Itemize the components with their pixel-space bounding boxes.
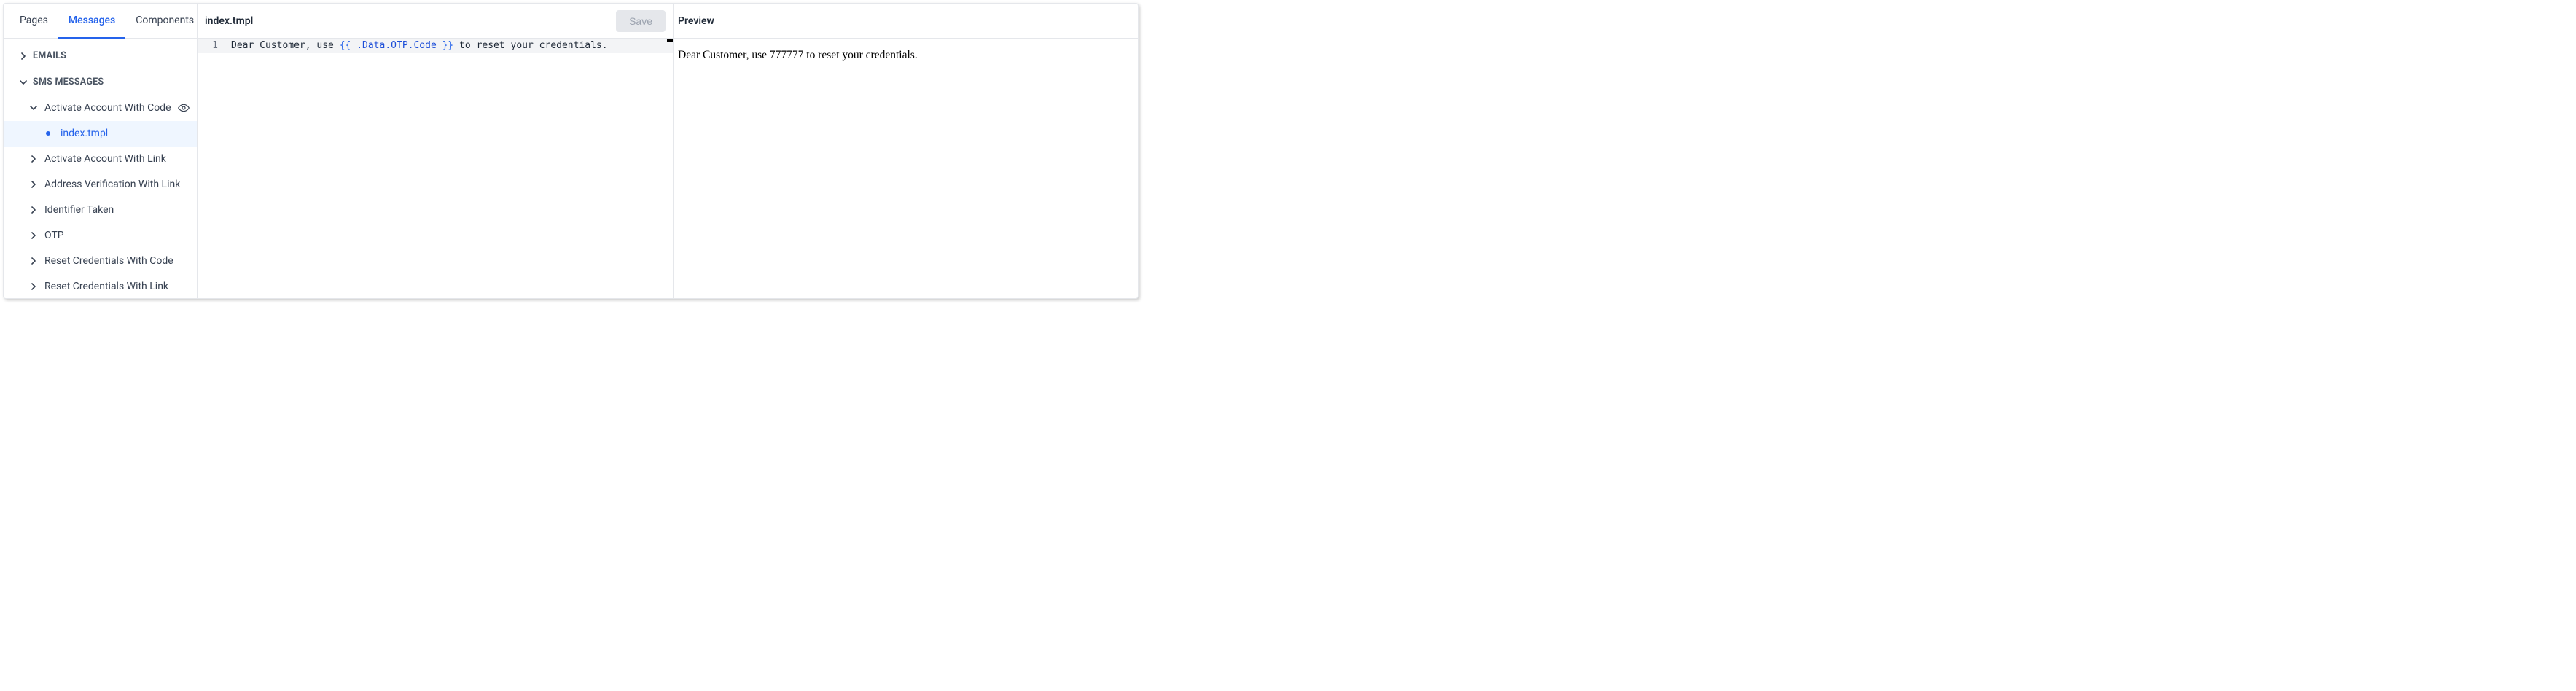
preview-header: Preview <box>674 4 1138 39</box>
app-frame: Pages Messages Components EMAILS SMS MES… <box>3 3 1139 299</box>
preview-pane: Preview Dear Customer, use 777777 to res… <box>674 4 1138 298</box>
tree-folder-address-verification-with-link[interactable]: Address Verification With Link <box>4 172 197 198</box>
code-editor[interactable]: 1 Dear Customer, use {{ .Data.OTP.Code }… <box>198 39 673 298</box>
chevron-down-icon <box>20 79 33 86</box>
eye-icon[interactable] <box>178 102 197 114</box>
preview-title: Preview <box>678 15 714 27</box>
cursor-marker <box>667 39 673 42</box>
tab-components[interactable]: Components <box>125 4 204 39</box>
chevron-right-icon <box>30 232 44 239</box>
editor-header: index.tmpl Save <box>198 4 673 39</box>
tree-folder-label: Activate Account With Code <box>44 102 178 114</box>
tree-folder-otp[interactable]: OTP <box>4 223 197 249</box>
tree-folder-activate-account-with-link[interactable]: Activate Account With Link <box>4 147 197 172</box>
preview-text: Dear Customer, use 777777 to reset your … <box>678 49 918 61</box>
chevron-right-icon <box>30 206 44 214</box>
chevron-down-icon <box>30 104 44 112</box>
save-button[interactable]: Save <box>616 10 666 32</box>
chevron-right-icon <box>30 181 44 188</box>
sidebar: Pages Messages Components EMAILS SMS MES… <box>4 4 198 298</box>
tree-folder-label: Activate Account With Link <box>44 153 197 165</box>
tree-folder-label: Reset Credentials With Link <box>44 281 197 292</box>
tree-folder-label: Identifier Taken <box>44 204 197 216</box>
chevron-right-icon <box>20 52 33 60</box>
tree-folder-label: Reset Credentials With Code <box>44 255 197 267</box>
code-content: Dear Customer, use {{ .Data.OTP.Code }} … <box>231 39 608 53</box>
tree-group-label: SMS MESSAGES <box>33 77 104 87</box>
active-dot-icon <box>46 131 50 136</box>
tree-folder-reset-credentials-with-link[interactable]: Reset Credentials With Link <box>4 274 197 298</box>
tab-messages[interactable]: Messages <box>58 4 125 39</box>
tree-group-label: EMAILS <box>33 50 66 61</box>
tree-group-emails[interactable]: EMAILS <box>4 43 197 69</box>
sidebar-tree: EMAILS SMS MESSAGES Activate Account Wit… <box>4 39 197 298</box>
tree-folder-activate-account-with-code[interactable]: Activate Account With Code <box>4 95 197 121</box>
code-line: 1 Dear Customer, use {{ .Data.OTP.Code }… <box>198 39 673 53</box>
tree-file-label: index.tmpl <box>61 128 108 139</box>
editor-filename: index.tmpl <box>205 15 253 27</box>
preview-body: Dear Customer, use 777777 to reset your … <box>674 39 1138 72</box>
chevron-right-icon <box>30 155 44 163</box>
editor-pane: index.tmpl Save 1 Dear Customer, use {{ … <box>198 4 674 298</box>
sidebar-tabs: Pages Messages Components <box>4 4 197 39</box>
tree-folder-identifier-taken[interactable]: Identifier Taken <box>4 198 197 223</box>
tab-pages[interactable]: Pages <box>4 4 58 39</box>
tree-folder-label: Address Verification With Link <box>44 179 197 190</box>
tree-group-sms[interactable]: SMS MESSAGES <box>4 69 197 95</box>
tree-file-index-tmpl[interactable]: index.tmpl <box>4 121 197 147</box>
line-number: 1 <box>198 39 231 53</box>
chevron-right-icon <box>30 283 44 290</box>
tab-label: Components <box>136 15 194 26</box>
tree-folder-label: OTP <box>44 230 197 241</box>
tree-folder-reset-credentials-with-code[interactable]: Reset Credentials With Code <box>4 249 197 274</box>
tab-label: Pages <box>20 15 48 26</box>
chevron-right-icon <box>30 257 44 265</box>
tab-label: Messages <box>69 15 115 26</box>
